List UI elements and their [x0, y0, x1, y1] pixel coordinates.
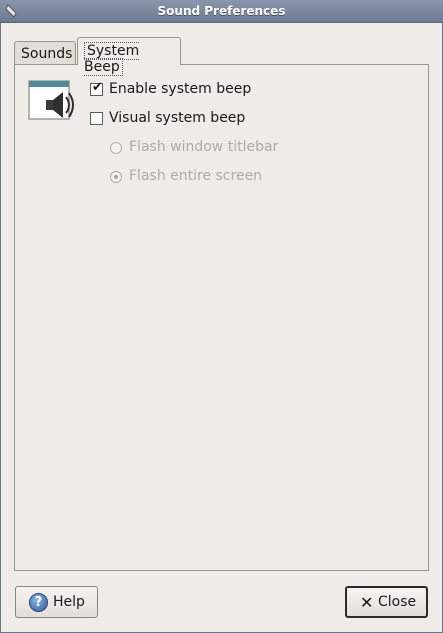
window-title: Sound Preferences [157, 4, 286, 18]
radio-selected-dot [114, 175, 118, 179]
flash-entire-screen-radio[interactable] [110, 171, 122, 183]
window-titlebar[interactable]: Sound Preferences [0, 0, 443, 23]
visual-system-beep-label[interactable]: Visual system beep [109, 110, 245, 126]
flash-entire-screen-label[interactable]: Flash entire screen [129, 168, 262, 184]
enable-system-beep-checkbox[interactable]: ✔ [90, 80, 103, 96]
tab-system-beep[interactable]: System Beep [77, 37, 181, 76]
checkmark-icon: ✔ [92, 80, 103, 95]
visual-system-beep-checkbox[interactable] [90, 112, 103, 125]
close-icon: ✕ [360, 593, 374, 612]
tab-sounds-label: Sounds [21, 46, 73, 62]
enable-system-beep-label[interactable]: Enable system beep [109, 81, 251, 97]
flash-window-titlebar-radio[interactable] [110, 142, 122, 154]
close-button[interactable]: ✕ Close [345, 586, 428, 618]
help-button[interactable]: ? Help [15, 586, 98, 618]
help-button-label: Help [53, 594, 85, 610]
speaker-window-icon [28, 80, 74, 120]
help-icon: ? [29, 593, 48, 612]
flash-window-titlebar-label[interactable]: Flash window titlebar [129, 139, 278, 155]
close-button-label: Close [378, 594, 417, 610]
tab-sounds[interactable]: Sounds [14, 41, 76, 65]
